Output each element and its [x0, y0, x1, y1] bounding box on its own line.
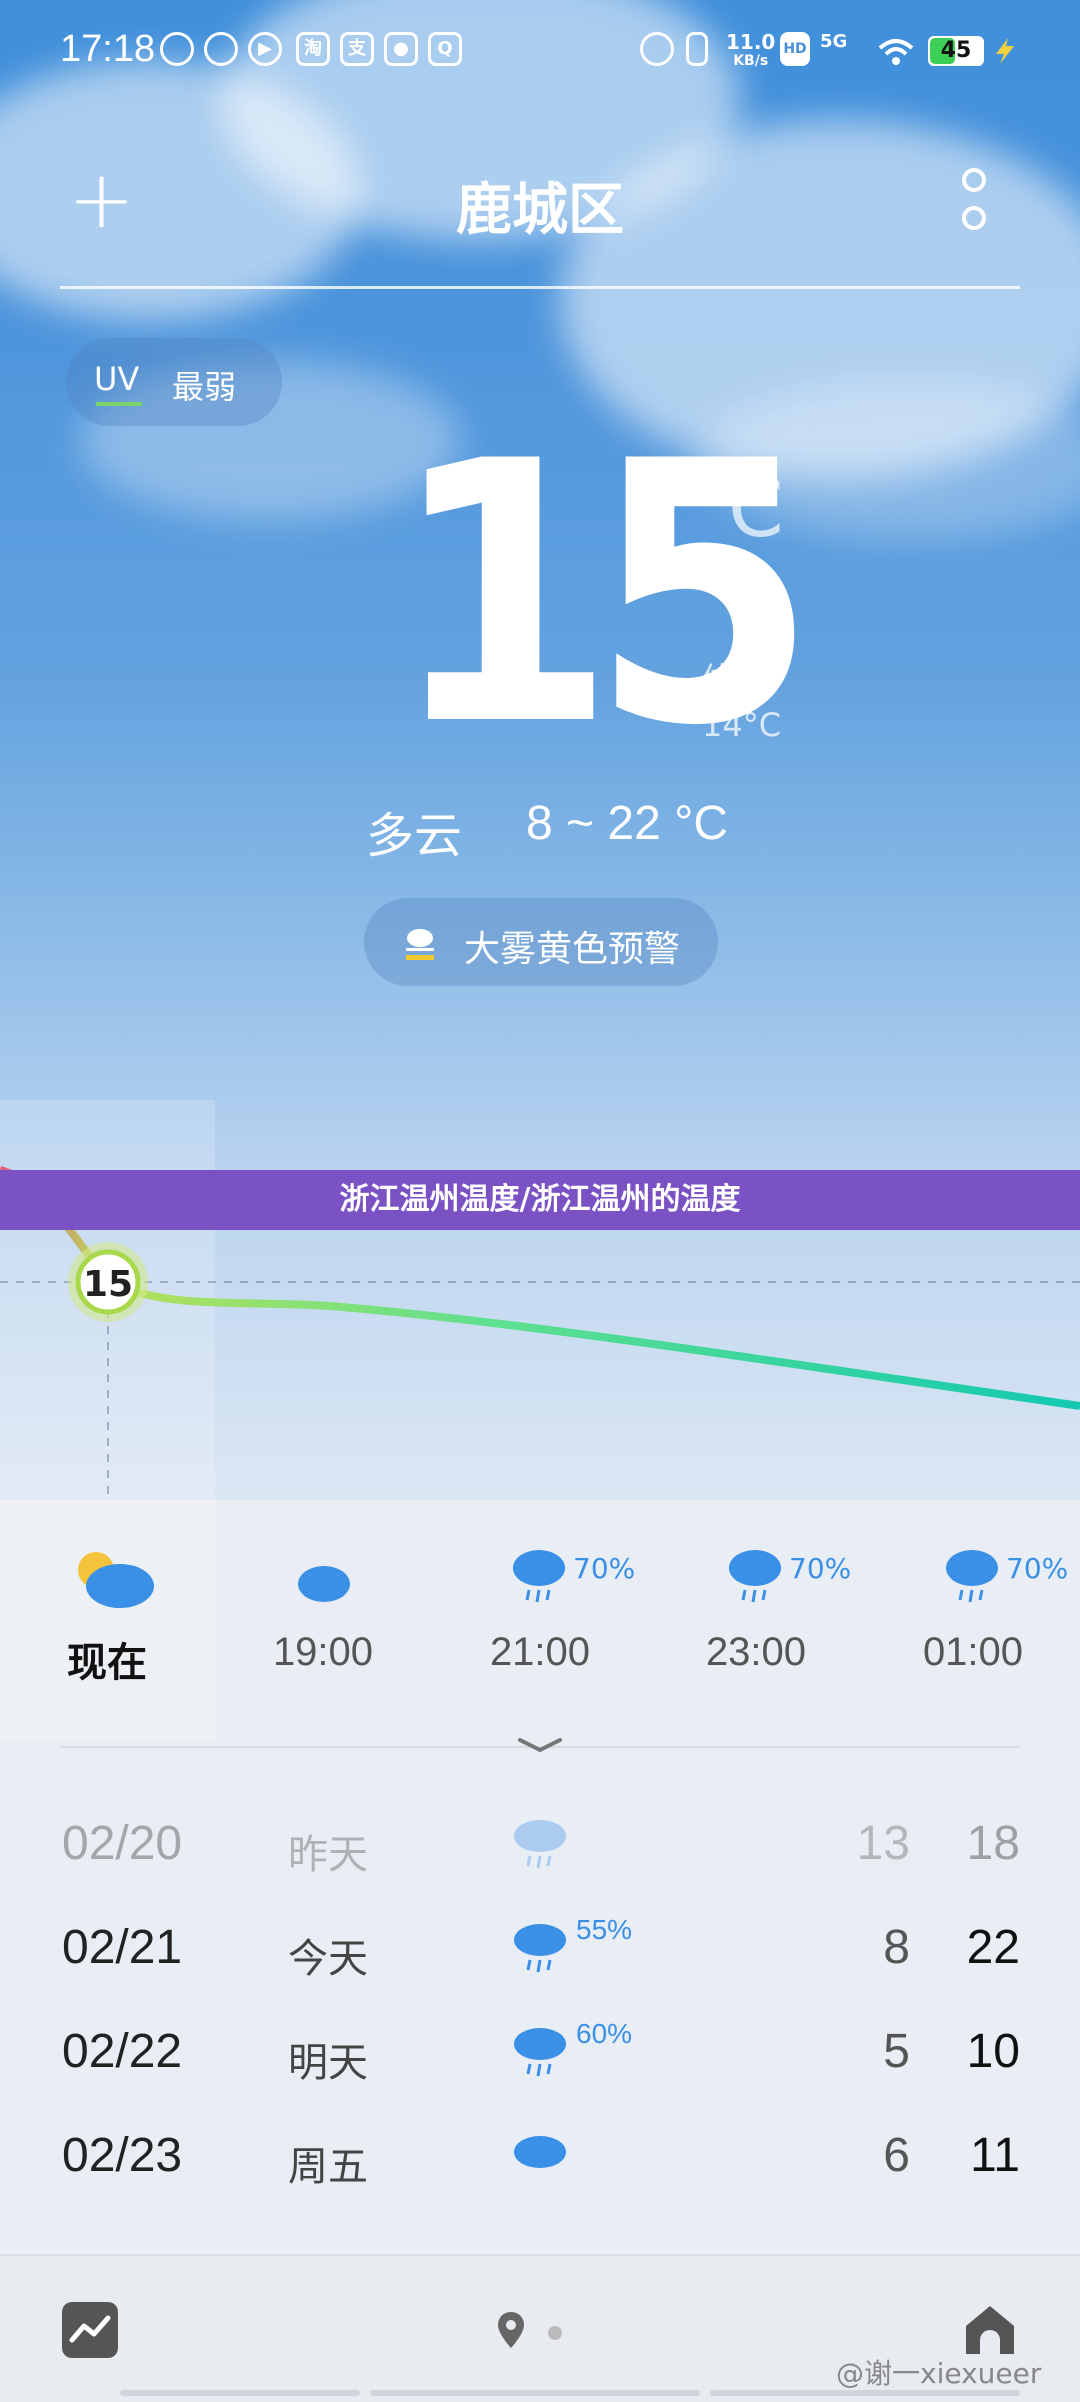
feels-like: 体感 14°C [702, 656, 781, 748]
alarm-icon [640, 32, 674, 66]
message-icon [160, 32, 194, 66]
hourly-time: 现在 [67, 1640, 147, 1686]
hourly-time: 01:00 [922, 1630, 1024, 1674]
status-bar: 17:18 ▶ 淘 支 ● Q 11.0 KB/s HD 5G 45 [0, 0, 1080, 110]
alipay-icon: 支 [340, 32, 374, 66]
daily-day-name: 明天 [288, 2040, 368, 2086]
rain-icon [514, 1820, 566, 1869]
temperature-range: 8 ~ 22 °C [526, 797, 728, 850]
weather-condition: 多云 [366, 808, 463, 864]
wifi-icon [878, 39, 914, 65]
page-indicator-dot [548, 2326, 562, 2340]
daily-row[interactable]: 02/21 今天 55% 8 22 [0, 1904, 1080, 2004]
daily-high: 10 [966, 2025, 1020, 2078]
daily-row[interactable]: 02/22 明天 60% 5 10 [0, 2008, 1080, 2108]
qq-icon: Q [428, 32, 462, 66]
current-temperature: 15 [390, 385, 817, 804]
feels-like-label: 体感 [702, 660, 767, 698]
cloudy-icon [514, 2136, 566, 2168]
hourly-time: 23:00 [705, 1630, 807, 1674]
daily-precip: 60% [576, 2018, 633, 2049]
charging-icon [996, 38, 1014, 64]
weibo-icon [204, 32, 238, 66]
trend-chart-icon[interactable] [62, 2302, 118, 2358]
daily-date: 02/23 [62, 2129, 183, 2182]
daily-high: 11 [970, 2129, 1020, 2182]
uv-level-bar [96, 402, 142, 406]
daily-high: 18 [966, 1817, 1020, 1870]
chart-current-label: 15 [83, 1264, 133, 1305]
weather-alert-pill[interactable]: 大雾黄色预警 [364, 898, 718, 986]
daily-row[interactable]: 02/20 昨天 13 18 [0, 1800, 1080, 1900]
daily-day-name: 周五 [288, 2144, 368, 2190]
play-icon: ▶ [248, 32, 282, 66]
status-time: 17:18 [60, 28, 156, 70]
hourly-precip: 70% [573, 1552, 636, 1585]
home-icon[interactable] [960, 2302, 1020, 2358]
fog-warning-icon [406, 929, 434, 960]
daily-low: 6 [883, 2129, 910, 2182]
daily-date: 02/20 [62, 1817, 183, 1870]
location-pin-icon[interactable] [496, 2310, 526, 2350]
city-title[interactable]: 鹿城区 [0, 165, 1080, 246]
rain-icon [514, 1924, 566, 1973]
battery: 45 [928, 36, 984, 66]
alert-text: 大雾黄色预警 [464, 929, 681, 970]
uv-value: 最弱 [172, 368, 237, 406]
daily-precip: 55% [576, 1914, 633, 1945]
signal-5g: 5G [820, 31, 848, 52]
hourly-precip: 70% [1006, 1552, 1069, 1585]
header-divider [60, 286, 1020, 289]
temperature-unit: °C [688, 462, 784, 555]
uv-label: UV [94, 360, 140, 398]
gesture-bar [120, 2390, 1020, 2396]
hourly-time: 19:00 [272, 1630, 374, 1674]
daily-day-name: 昨天 [288, 1832, 368, 1878]
daily-high: 22 [966, 1921, 1020, 1974]
daily-row[interactable]: 02/23 周五 6 11 [0, 2112, 1080, 2212]
taobao-icon: 淘 [296, 32, 330, 66]
night-cloudy-icon [298, 1554, 350, 1602]
uv-index-pill[interactable]: UV 最弱 [66, 338, 282, 426]
partly-cloudy-icon [78, 1552, 154, 1608]
hourly-time: 21:00 [489, 1630, 591, 1674]
hd-icon: HD [780, 32, 810, 66]
vibrate-icon [686, 32, 708, 66]
expand-handle-chevron-down-icon[interactable] [480, 1718, 600, 1768]
app-icon: ● [384, 32, 418, 66]
more-options-button[interactable] [962, 168, 986, 244]
overlay-banner: 浙江温州温度/浙江温州的温度 [0, 1170, 1080, 1230]
net-speed: 11.0 KB/s [726, 30, 776, 69]
daily-date: 02/22 [62, 2025, 183, 2078]
daily-low: 5 [883, 2025, 910, 2078]
daily-day-name: 今天 [288, 1936, 368, 1982]
daily-date: 02/21 [62, 1921, 183, 1974]
rain-icon [514, 2028, 566, 2077]
feels-like-value: 14°C [702, 706, 782, 744]
daily-low: 13 [856, 1817, 910, 1870]
hourly-precip: 70% [789, 1552, 852, 1585]
watermark: @谢一xiexueer [836, 2357, 1042, 2390]
daily-low: 8 [883, 1921, 910, 1974]
